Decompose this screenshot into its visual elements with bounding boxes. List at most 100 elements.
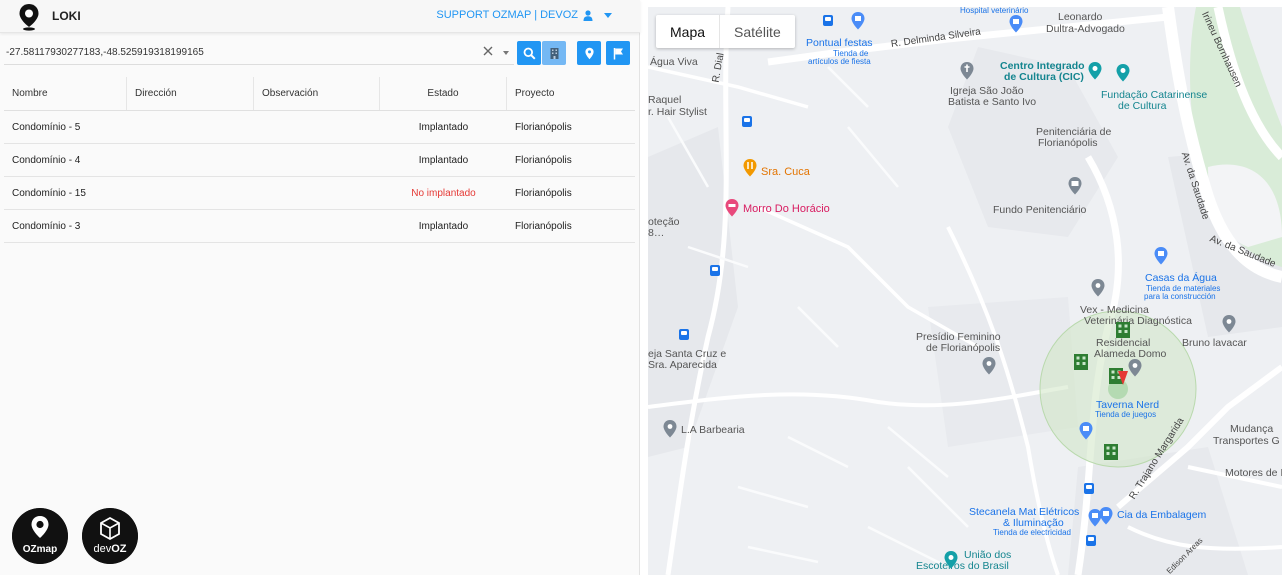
column-header-nombre[interactable]: Nombre <box>4 77 127 110</box>
close-icon[interactable] <box>482 45 494 57</box>
cell-direccion <box>127 111 254 143</box>
map-label-casas3: para la construcción <box>1144 292 1216 301</box>
culture-pin-icon[interactable] <box>944 551 958 569</box>
government-pin-icon[interactable] <box>1068 177 1082 195</box>
map-label-cuca: Sra. Cuca <box>761 166 810 178</box>
store-pin-icon[interactable] <box>851 12 865 30</box>
bus-stop-icon[interactable] <box>710 265 720 276</box>
map-label-bruno: Bruno lavacar <box>1182 337 1247 349</box>
cell-estado: Implantado <box>418 121 469 133</box>
search-button[interactable] <box>517 41 541 65</box>
cell-proyecto: Florianópolis <box>515 220 572 232</box>
map-label-mudanca1: Mudança <box>1230 423 1274 435</box>
map-label-uniao2: Escoteiros do Brasil <box>916 560 1009 572</box>
flag-filter-button[interactable] <box>606 41 630 65</box>
bus-stop-icon[interactable] <box>742 116 752 127</box>
user-icon <box>583 9 593 21</box>
map-label-leonardo: Leonardo <box>1058 11 1103 23</box>
devoz-logo[interactable]: devOZ <box>82 508 138 564</box>
place-pin-icon[interactable] <box>663 420 677 438</box>
map-label-leonardo2: Dultra-Advogado <box>1046 23 1125 35</box>
bus-stop-icon[interactable] <box>1084 483 1094 494</box>
cell-nombre: Condomínio - 3 <box>12 220 81 232</box>
table-header: Nombre Dirección Observación Estado Proy… <box>4 77 635 111</box>
location-pin-logo-icon <box>19 4 39 31</box>
table-row[interactable]: Condomínio - 15 No implantado Florianópo… <box>4 177 635 210</box>
map-label-presidio2: de Florianópolis <box>926 342 1001 354</box>
cell-observacion <box>254 210 380 242</box>
building-icon <box>550 47 558 59</box>
condominium-marker-icon[interactable] <box>1115 321 1131 339</box>
results-table: Nombre Dirección Observación Estado Proy… <box>4 77 635 243</box>
cell-proyecto: Florianópolis <box>515 187 572 199</box>
flag-icon <box>613 47 623 59</box>
cell-proyecto: Florianópolis <box>515 121 572 133</box>
column-header-proyecto[interactable]: Proyecto <box>507 77 635 110</box>
ozmap-logo[interactable]: OZmap <box>12 508 68 564</box>
building-filter-button[interactable] <box>542 41 566 65</box>
map-label-horacio: Morro Do Horácio <box>743 203 830 215</box>
column-header-observacion[interactable]: Observación <box>254 77 380 110</box>
map-label-motores: Motores de Po <box>1225 467 1282 479</box>
column-header-direccion[interactable]: Dirección <box>127 77 254 110</box>
cell-observacion <box>254 177 380 209</box>
app-header: LOKI SUPPORT OZMAP | DEVOZ <box>0 0 640 33</box>
store-pin-icon[interactable] <box>1079 422 1093 440</box>
hotel-pin-icon[interactable] <box>725 199 739 217</box>
cell-nombre: Condomínio - 5 <box>12 121 81 133</box>
chevron-down-icon <box>604 12 612 18</box>
bus-stop-icon[interactable] <box>823 15 833 26</box>
account-label: SUPPORT OZMAP | DEVOZ <box>436 9 578 21</box>
map-label-casas1: Casas da Água <box>1145 272 1217 284</box>
map-label-mudanca2: Transportes G <box>1213 435 1280 447</box>
map-type-satellite-button[interactable]: Satélite <box>720 15 795 48</box>
place-pin-icon[interactable] <box>982 357 996 375</box>
church-pin-icon[interactable] <box>960 62 974 80</box>
store-pin-icon[interactable] <box>1099 507 1113 525</box>
map-label-raquel1: Raquel <box>648 94 682 106</box>
place-pin-icon[interactable] <box>1222 315 1236 333</box>
condominium-marker-icon[interactable] <box>1103 443 1119 461</box>
culture-pin-icon[interactable] <box>1088 62 1102 80</box>
map-label-cic2: de Cultura (CIC) <box>1004 71 1084 83</box>
bus-stop-icon[interactable] <box>679 329 689 340</box>
map-type-map-button[interactable]: Mapa <box>656 15 721 48</box>
account-menu[interactable]: SUPPORT OZMAP | DEVOZ <box>436 9 612 21</box>
table-row[interactable]: Condomínio - 4 Implantado Florianópolis <box>4 144 635 177</box>
chevron-down-icon[interactable] <box>503 51 509 55</box>
map-label-igreja-sc2: Sra. Aparecida <box>648 359 717 371</box>
place-pin-icon[interactable] <box>1128 359 1142 377</box>
cell-observacion <box>254 144 380 176</box>
map-label-barbearia: L.A Barbearia <box>681 424 745 436</box>
search-location-marker-icon[interactable] <box>1118 371 1128 385</box>
culture-pin-icon[interactable] <box>1116 64 1130 82</box>
location-filter-button[interactable] <box>577 41 601 65</box>
left-panel: LOKI SUPPORT OZMAP | DEVOZ -27.581179302… <box>0 0 640 575</box>
table-row[interactable]: Condomínio - 5 Implantado Florianópolis <box>4 111 635 144</box>
map-label-pontual: Pontual festas <box>806 37 873 49</box>
search-icon <box>523 47 536 60</box>
map-label-vex2: Veterinária Diagnóstica <box>1084 315 1192 327</box>
table-row[interactable]: Condomínio - 3 Implantado Florianópolis <box>4 210 635 243</box>
cell-direccion <box>127 177 254 209</box>
column-header-estado[interactable]: Estado <box>380 77 507 110</box>
cell-proyecto: Florianópolis <box>515 154 572 166</box>
map-view[interactable]: Mapa Satélite Hospital veterinário Leona… <box>648 7 1282 575</box>
place-pin-icon[interactable] <box>1091 279 1105 297</box>
cell-estado: No implantado <box>411 187 476 199</box>
condominium-marker-icon[interactable] <box>1073 353 1089 371</box>
store-pin-icon[interactable] <box>1009 15 1023 33</box>
search-input[interactable] <box>4 41 514 65</box>
cell-estado: Implantado <box>418 154 469 166</box>
map-label-igreja2: Batista e Santo Ivo <box>948 96 1037 108</box>
cell-direccion <box>127 210 254 242</box>
bus-stop-icon[interactable] <box>1086 535 1096 546</box>
store-pin-icon[interactable] <box>1154 247 1168 265</box>
map-marker-icon <box>584 47 594 59</box>
search-bar <box>0 39 640 67</box>
map-label-fundo: Fundo Penitenciário <box>993 204 1087 216</box>
restaurant-pin-icon[interactable] <box>743 159 757 177</box>
map-label-hospital: Hospital veterinário <box>960 7 1029 15</box>
ozmap-logo-text: OZmap <box>23 544 57 555</box>
map-label-penit2: Florianópolis <box>1038 137 1098 149</box>
